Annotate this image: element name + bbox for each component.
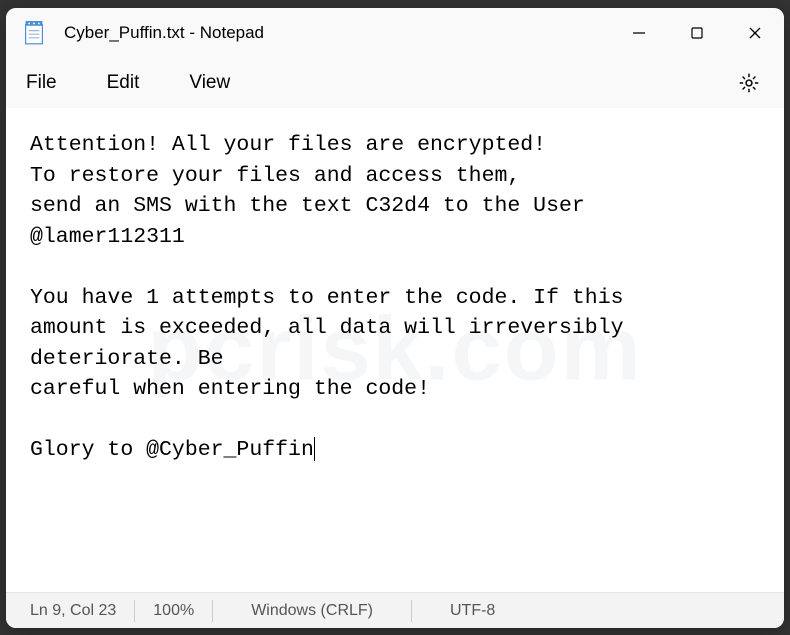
status-encoding: UTF-8	[412, 600, 533, 622]
text-body: Attention! All your files are encrypted!…	[30, 133, 624, 462]
notepad-icon	[24, 21, 44, 45]
text-caret	[314, 437, 315, 461]
notepad-window: Cyber_Puffin.txt - Notepad File Edit Vie…	[6, 8, 784, 628]
menu-file[interactable]: File	[24, 68, 59, 98]
window-controls	[610, 8, 784, 58]
close-button[interactable]	[726, 8, 784, 58]
document-text[interactable]: Attention! All your files are encrypted!…	[30, 130, 760, 466]
menubar: File Edit View	[6, 58, 784, 108]
status-cursor-position: Ln 9, Col 23	[30, 600, 135, 622]
statusbar: Ln 9, Col 23 100% Windows (CRLF) UTF-8	[6, 592, 784, 628]
settings-button[interactable]	[732, 66, 766, 100]
minimize-button[interactable]	[610, 8, 668, 58]
status-line-ending: Windows (CRLF)	[213, 600, 412, 622]
titlebar[interactable]: Cyber_Puffin.txt - Notepad	[6, 8, 784, 58]
window-title: Cyber_Puffin.txt - Notepad	[64, 23, 610, 43]
status-zoom[interactable]: 100%	[135, 600, 213, 622]
menu-edit[interactable]: Edit	[105, 68, 142, 98]
menu-view[interactable]: View	[187, 68, 232, 98]
maximize-button[interactable]	[668, 8, 726, 58]
text-editor-area[interactable]: pcrisk.com Attention! All your files are…	[6, 108, 784, 592]
